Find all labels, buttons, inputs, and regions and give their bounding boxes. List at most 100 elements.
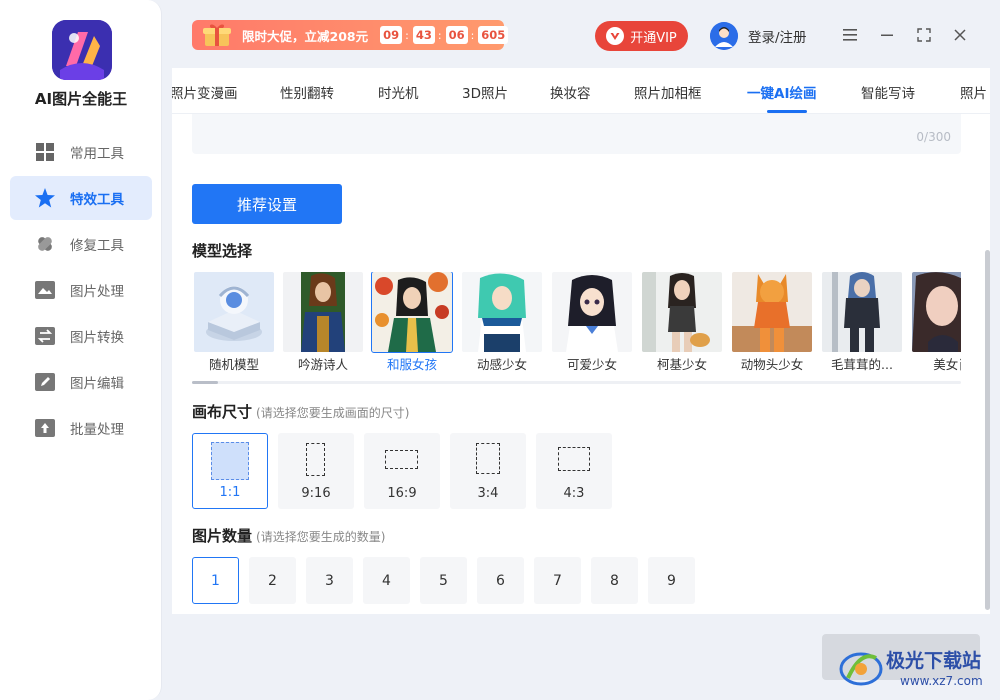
model-label: 和服女孩 — [386, 357, 437, 372]
model-section-title: 模型选择 — [192, 240, 252, 261]
model-label: 动物头少女 — [740, 357, 804, 372]
bandage-icon — [34, 233, 56, 255]
tab-makeup[interactable]: 换妆容 — [550, 82, 591, 102]
size-option-4-3[interactable]: 4:3 — [536, 433, 612, 509]
tab-poem[interactable]: 智能写诗 — [861, 82, 915, 102]
sidebar-item-image-edit[interactable]: 图片编辑 — [10, 360, 152, 404]
model-dynamic-girl[interactable]: 动感少女 — [462, 272, 542, 372]
model-label: 可爱少女 — [566, 357, 617, 372]
char-counter: 0/300 — [916, 130, 951, 144]
count-option-5[interactable]: 5 — [420, 557, 467, 604]
tab-photo-to-comic[interactable]: 照片变漫画 — [172, 82, 238, 102]
sidebar-item-effects[interactable]: 特效工具 — [10, 176, 152, 220]
vip-label: 开通VIP — [630, 30, 677, 46]
main-scrollbar[interactable] — [985, 250, 990, 610]
countdown-minutes: 43 — [412, 26, 435, 44]
model-thumbnail — [732, 272, 812, 352]
sidebar-item-label: 图片处理 — [70, 284, 124, 300]
size-label: 16:9 — [387, 486, 417, 501]
upload-icon — [34, 417, 56, 439]
count-option-1[interactable]: 1 — [192, 557, 239, 604]
recommend-settings-button[interactable]: 推荐设置 — [192, 184, 342, 224]
watermark: 极光下载站 www.xz7.com — [838, 642, 998, 698]
sidebar: AI图片全能王 常用工具 特效工具 修复工具 图片处理 图片转换 图片编辑 批量… — [0, 0, 162, 700]
sidebar-item-batch[interactable]: 批量处理 — [10, 406, 152, 450]
count-option-8[interactable]: 8 — [591, 557, 638, 604]
model-cute-girl[interactable]: 可爱少女 — [552, 272, 632, 372]
app-logo — [52, 20, 112, 80]
sidebar-item-common-tools[interactable]: 常用工具 — [10, 130, 152, 174]
countdown-millis: 605 — [478, 26, 509, 44]
countdown-separator: : — [437, 28, 442, 42]
size-label: 9:16 — [301, 486, 331, 501]
countdown-separator: : — [470, 28, 475, 42]
watermark-text: 极光下载站 — [886, 650, 982, 672]
menu-icon[interactable] — [839, 24, 861, 46]
model-list-scrollbar[interactable] — [192, 381, 961, 384]
count-section-title-text: 图片数量 — [192, 527, 253, 545]
app-name: AI图片全能王 — [34, 90, 128, 108]
model-thumbnail — [462, 272, 542, 352]
sidebar-item-image-convert[interactable]: 图片转换 — [10, 314, 152, 358]
canvas-section-hint: (请选择您要生成画面的尺寸) — [256, 406, 410, 420]
tab-gender-swap[interactable]: 性别翻转 — [280, 82, 334, 102]
model-label: 毛茸茸的... — [831, 357, 893, 372]
size-option-9-16[interactable]: 9:16 — [278, 433, 354, 509]
countdown-seconds: 06 — [445, 26, 468, 44]
size-option-16-9[interactable]: 16:9 — [364, 433, 440, 509]
sidebar-item-label: 图片转换 — [70, 330, 124, 346]
vip-icon — [606, 27, 625, 45]
maximize-icon[interactable] — [913, 24, 935, 46]
feature-tabs: 照片变漫画 性别翻转 时光机 3D照片 换妆容 照片加相框 一键AI绘画 智能写… — [172, 68, 990, 114]
tab-time-machine[interactable]: 时光机 — [378, 82, 419, 102]
main-panel: 0/300 推荐设置 模型选择 随机模型 吟游诗人 和服女孩 动感少女 可爱少女… — [172, 114, 990, 614]
image-icon — [34, 279, 56, 301]
count-option-4[interactable]: 4 — [363, 557, 410, 604]
model-random[interactable]: 随机模型 — [194, 272, 274, 372]
swap-icon — [34, 325, 56, 347]
ratio-preview — [385, 450, 418, 469]
model-animal-head-girl[interactable]: 动物头少女 — [732, 272, 812, 372]
grid-icon — [34, 141, 56, 163]
open-vip-button[interactable]: 开通VIP — [595, 21, 688, 51]
sidebar-item-label: 修复工具 — [70, 238, 124, 254]
model-thumbnail — [912, 272, 961, 352]
tab-ai-painting[interactable]: 一键AI绘画 — [747, 82, 816, 102]
model-fluffy[interactable]: 毛茸茸的... — [822, 272, 902, 372]
model-thumbnail — [552, 272, 632, 352]
count-option-7[interactable]: 7 — [534, 557, 581, 604]
login-button[interactable]: 登录/注册 — [710, 21, 807, 51]
model-kimono-girl[interactable]: 和服女孩 — [371, 272, 453, 372]
minimize-icon[interactable] — [876, 24, 898, 46]
model-thumbnail — [194, 272, 274, 352]
sidebar-item-label: 常用工具 — [70, 146, 124, 162]
tab-photo-more[interactable]: 照片 — [960, 82, 987, 102]
count-option-3[interactable]: 3 — [306, 557, 353, 604]
model-list-scroll-thumb[interactable] — [192, 381, 218, 384]
canvas-section-title-text: 画布尺寸 — [192, 403, 253, 421]
tab-3d-photo[interactable]: 3D照片 — [462, 82, 508, 102]
count-option-9[interactable]: 9 — [648, 557, 695, 604]
ratio-preview — [476, 443, 500, 474]
avatar — [710, 22, 738, 50]
model-bard[interactable]: 吟游诗人 — [283, 272, 363, 372]
title-bar: 限时大促，立减208元 09 : 43 : 06 : 605 开通VIP 登录/… — [172, 10, 990, 62]
model-list: 随机模型 吟游诗人 和服女孩 动感少女 可爱少女 柯基少女 动物头少女 毛茸茸的… — [192, 272, 961, 378]
model-corgi-girl[interactable]: 柯基少女 — [642, 272, 722, 372]
tab-photo-frame[interactable]: 照片加相框 — [634, 82, 702, 102]
size-label: 1:1 — [219, 485, 241, 500]
count-option-2[interactable]: 2 — [249, 557, 296, 604]
count-option-6[interactable]: 6 — [477, 557, 524, 604]
prompt-textarea[interactable]: 0/300 — [192, 114, 961, 154]
size-option-1-1[interactable]: 1:1 — [192, 433, 268, 509]
model-thumbnail — [822, 272, 902, 352]
size-option-3-4[interactable]: 3:4 — [450, 433, 526, 509]
watermark-url: www.xz7.com — [900, 674, 983, 688]
close-icon[interactable] — [949, 24, 971, 46]
sidebar-item-repair[interactable]: 修复工具 — [10, 222, 152, 266]
count-section-title: 图片数量 (请选择您要生成的数量) — [192, 525, 385, 546]
canvas-section-title: 画布尺寸 (请选择您要生成画面的尺寸) — [192, 401, 409, 422]
model-beauty-portrait[interactable]: 美女肖 — [912, 272, 961, 372]
promo-banner[interactable]: 限时大促，立减208元 09 : 43 : 06 : 605 — [192, 20, 509, 50]
sidebar-item-image-process[interactable]: 图片处理 — [10, 268, 152, 312]
